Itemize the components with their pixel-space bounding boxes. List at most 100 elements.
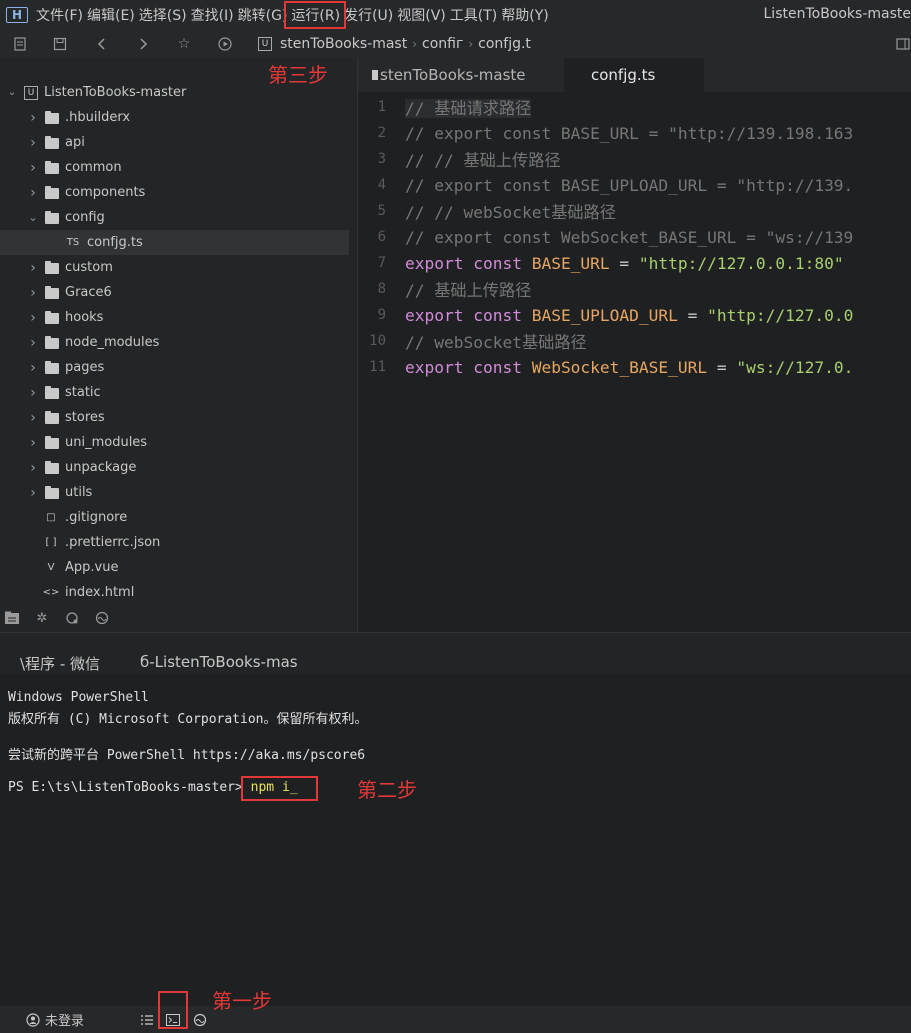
window-title: ListenToBooks-maste — [763, 6, 911, 22]
code-line[interactable]: 7 export const BASE_URL = "http://127.0.0… — [358, 250, 911, 276]
back-icon[interactable] — [92, 34, 112, 54]
run-icon[interactable] — [215, 34, 235, 54]
tree-item[interactable]: › custom — [0, 255, 349, 280]
chevron-right-icon[interactable]: › — [27, 385, 39, 401]
breadcrumb-project[interactable]: stenToBooks-mast — [280, 36, 407, 52]
tree-item[interactable]: □ .gitignore — [0, 505, 349, 530]
tree-item[interactable]: V App.vue — [0, 555, 349, 580]
terminal-line: 尝试新的跨平台 PowerShell https://aka.ms/pscore… — [8, 748, 366, 763]
chevron-right-icon[interactable]: › — [27, 260, 39, 276]
user-icon — [26, 1012, 40, 1027]
tree-item[interactable]: › pages — [0, 355, 349, 380]
chevron-right-icon[interactable]: › — [27, 160, 39, 176]
code-token: "http://127.0.0 — [707, 305, 854, 325]
login-status[interactable]: 未登录 — [26, 1010, 84, 1029]
menu-file[interactable]: 文件(F) — [36, 5, 83, 25]
menu-select[interactable]: 选择(S) — [139, 5, 187, 25]
folder-icon — [45, 261, 59, 274]
menu-find[interactable]: 查找(I) — [191, 5, 234, 25]
code-line[interactable]: 6 // export const WebSocket_BASE_URL = "w… — [358, 224, 911, 250]
chevron-down-icon[interactable]: ⌄ — [27, 211, 39, 224]
line-number: 2 — [377, 125, 386, 141]
code-line[interactable]: 2 // export const BASE_URL = "http://139.… — [358, 120, 911, 146]
tree-item[interactable]: › utils — [0, 480, 349, 505]
line-number: 6 — [377, 229, 386, 245]
chevron-right-icon[interactable]: › — [27, 185, 39, 201]
code-line[interactable]: 8 // 基础上传路径 — [358, 276, 911, 302]
debug-icon[interactable]: ✲ — [33, 609, 51, 627]
code-line[interactable]: 1 // 基础请求路径 — [358, 94, 911, 120]
project-explorer: ⌄ U ListenToBooks-master › .hbuilderx › api… — [0, 58, 357, 604]
login-label: 未登录 — [45, 1014, 85, 1029]
code-line[interactable]: 5 // // webSocket基础路径 — [358, 198, 911, 224]
source-control-icon[interactable] — [63, 609, 81, 627]
code-line[interactable]: 11 export const WebSocket_BASE_URL = "ws:… — [358, 354, 911, 380]
folder-icon — [45, 336, 59, 349]
forward-icon[interactable] — [133, 34, 153, 54]
tree-item[interactable]: TS confjg.ts — [0, 230, 349, 255]
chevron-right-icon[interactable]: › — [27, 360, 39, 376]
code-token: WebSocket_BASE_URL — [531, 357, 708, 377]
folder-icon — [45, 186, 59, 199]
folder-icon — [45, 311, 59, 324]
code-text: // webSocket基础路径 — [405, 329, 587, 353]
breadcrumb-folder[interactable]: confiг — [422, 36, 463, 52]
tree-item-label: common — [65, 160, 122, 175]
tab-listentobooks[interactable]: stenToBooks-maste — [372, 58, 562, 92]
menu-publish[interactable]: 发行(U) — [344, 5, 393, 25]
line-number: 8 — [377, 281, 386, 297]
cloud-icon[interactable] — [93, 609, 111, 627]
menu-goto[interactable]: 跳转(G) — [238, 5, 288, 25]
menu-tools[interactable]: 工具(T) — [450, 5, 497, 25]
tab-config-ts[interactable]: confjg.ts — [564, 58, 704, 92]
tree-item[interactable]: › components — [0, 180, 349, 205]
chevron-right-icon[interactable]: › — [27, 310, 39, 326]
tree-item[interactable]: › unpackage — [0, 455, 349, 480]
panel-toggle-icon[interactable] — [893, 34, 911, 54]
tree-item[interactable]: › .hbuilderx — [0, 105, 349, 130]
code-line[interactable]: 4 // export const BASE_UPLOAD_URL = "http… — [358, 172, 911, 198]
code-editor[interactable]: 1 // 基础请求路径 2 // export const BASE_URL = "h… — [358, 92, 911, 632]
tree-item[interactable]: › Grace6 — [0, 280, 349, 305]
chevron-right-icon[interactable]: › — [27, 110, 39, 126]
tree-item[interactable]: › node_modules — [0, 330, 349, 355]
chevron-right-icon[interactable]: › — [27, 410, 39, 426]
terminal-tab-wechat[interactable]: \程序 - 微信 — [20, 653, 100, 675]
chevron-right-icon[interactable]: › — [27, 485, 39, 501]
tree-item[interactable]: › hooks — [0, 305, 349, 330]
save-icon[interactable] — [50, 34, 70, 54]
menu-edit[interactable]: 编辑(E) — [87, 5, 135, 25]
breadcrumb-file[interactable]: confjg.t — [478, 36, 531, 52]
chevron-right-icon[interactable]: › — [27, 285, 39, 301]
star-icon[interactable]: ☆ — [174, 34, 194, 54]
chevron-right-icon[interactable]: › — [27, 335, 39, 351]
tree-item[interactable]: › api — [0, 130, 349, 155]
menu-help[interactable]: 帮助(Y) — [501, 5, 548, 25]
folder-icon — [45, 136, 59, 149]
code-line[interactable]: 9 export const BASE_UPLOAD_URL = "http://… — [358, 302, 911, 328]
menu-view[interactable]: 视图(V) — [397, 5, 446, 25]
terminal-tab-listentobooks[interactable]: б-ListenToBooks-mas — [140, 653, 334, 675]
tree-item-label: confjg.ts — [87, 235, 143, 250]
code-line[interactable]: 3 // // 基础上传路径 — [358, 146, 911, 172]
tree-item-label: node_modules — [65, 335, 160, 350]
tree-item-label: .hbuilderx — [65, 110, 131, 125]
tree-item[interactable]: › stores — [0, 405, 349, 430]
tree-item[interactable]: › common — [0, 155, 349, 180]
outline-icon[interactable] — [140, 1010, 154, 1029]
code-line[interactable]: 10 // webSocket基础路径 — [358, 328, 911, 354]
new-file-icon[interactable] — [10, 34, 30, 54]
chevron-right-icon[interactable]: › — [27, 460, 39, 476]
chevron-right-icon[interactable]: › — [27, 435, 39, 451]
tree-item[interactable]: › static — [0, 380, 349, 405]
tree-item[interactable]: <> index.html — [0, 580, 349, 605]
sidebar-footer: ✲ — [0, 604, 357, 632]
tree-item[interactable]: ⌄ config — [0, 205, 349, 230]
terminal-panel[interactable]: Windows PowerShell 版权所有 (C) Microsoft Co… — [0, 674, 911, 1006]
tree-item[interactable]: › uni_modules — [0, 430, 349, 455]
tree-item[interactable]: [ ] .prettierrc.json — [0, 530, 349, 555]
folder-icon — [45, 211, 59, 224]
cloud-icon[interactable] — [192, 1010, 208, 1029]
explorer-icon[interactable] — [3, 609, 21, 627]
chevron-right-icon[interactable]: › — [27, 135, 39, 151]
